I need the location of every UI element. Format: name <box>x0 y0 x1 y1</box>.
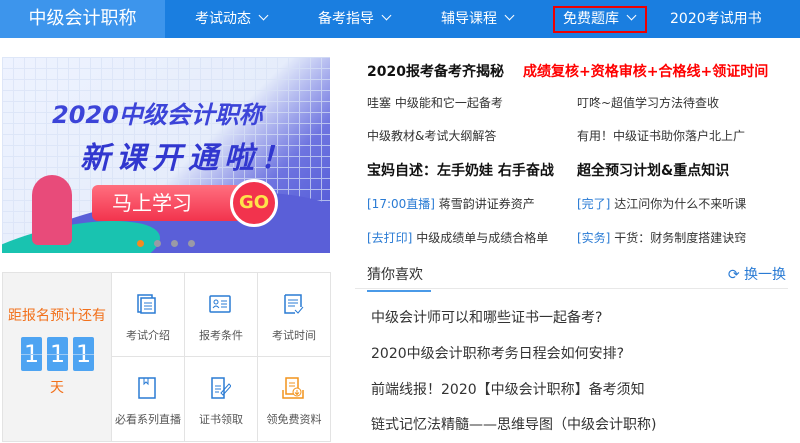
carousel-dot[interactable] <box>188 240 195 247</box>
news-link[interactable]: 叮咚~超值学习方法待查收 <box>577 94 719 111</box>
quick-link-label: 必看系列直播 <box>115 413 181 426</box>
news-tag: [17:00直播] <box>367 197 435 211</box>
chevron-down-icon <box>258 10 269 21</box>
countdown-digit: 1 <box>21 337 42 371</box>
id-card-icon <box>209 295 231 313</box>
news-tag: [完了] <box>577 197 611 211</box>
top-nav: 中级会计职称 考试动态 备考指导 辅导课程 免费题库 2020考试用书 <box>0 0 800 38</box>
highlight-box <box>553 6 647 33</box>
countdown-label: 距报名预计还有 <box>8 308 106 324</box>
quick-link-label: 报考条件 <box>199 329 243 342</box>
book-icon <box>138 377 156 399</box>
checklist-icon <box>284 294 304 314</box>
quick-link-label: 考试介绍 <box>126 329 170 342</box>
refresh-icon: ⟳ <box>727 267 740 283</box>
promo-banner[interactable]: 2020中级会计职称 新课开通啦！ 马上学习 GO <box>2 57 330 253</box>
refresh-button[interactable]: ⟳ 换一换 <box>728 264 786 284</box>
quick-link-live-series[interactable]: 必看系列直播 <box>111 357 184 441</box>
countdown-digits: 1 1 1 <box>21 337 94 371</box>
news-headline-red[interactable]: 成绩复核+资格审核+合格线+领证时间 <box>523 61 768 81</box>
news-tag: [实务] <box>577 231 611 245</box>
list-item[interactable]: 中级会计师可以和哪些证书一起备考? <box>371 307 602 327</box>
countdown-digit: 1 <box>47 337 68 371</box>
chevron-down-icon <box>504 10 515 21</box>
list-item[interactable]: 前端线报！2020【中级会计职称】备考须知 <box>371 379 645 399</box>
nav-item-exam-news[interactable]: 考试动态 <box>195 0 269 38</box>
carousel-dot[interactable] <box>171 240 178 247</box>
quick-link-label: 考试时间 <box>272 329 316 342</box>
nav-label: 考试动态 <box>195 11 251 27</box>
list-item[interactable]: 链式记忆法精髓——思维导图（中级会计职称) <box>371 414 656 434</box>
countdown-digit: 1 <box>73 337 94 371</box>
news-link[interactable]: [17:00直播] 蒋雪韵讲证券资产 <box>367 195 535 212</box>
news-text: 中级成绩单与成绩合格单 <box>416 231 549 245</box>
news-link[interactable]: [实务] 干货：财务制度搭建诀窍 <box>577 229 746 246</box>
quick-link-label: 证书领取 <box>199 413 243 426</box>
nav-label: 辅导课程 <box>441 11 497 27</box>
banner-study-button[interactable]: 马上学习 <box>92 185 242 221</box>
news-link[interactable]: [完了] 达江问你为什么不来听课 <box>577 195 746 212</box>
news-text: 干货：财务制度搭建诀窍 <box>614 231 747 245</box>
banner-go-button[interactable]: GO <box>230 179 278 227</box>
carousel-dot[interactable] <box>137 240 144 247</box>
countdown-unit: 天 <box>50 380 64 396</box>
nav-label: 备考指导 <box>318 11 374 27</box>
banner-illustration <box>32 175 72 245</box>
nav-item-books[interactable]: 2020考试用书 <box>670 0 762 38</box>
quick-link-certificate[interactable]: 证书领取 <box>184 357 257 441</box>
news-link[interactable]: [去打印] 中级成绩单与成绩合格单 <box>367 229 548 246</box>
news-text: 蒋雪韵讲证券资产 <box>438 197 535 211</box>
banner-subtitle: 新课开通啦！ <box>80 141 296 176</box>
carousel-dot[interactable] <box>154 240 161 247</box>
quick-link-exam-time[interactable]: 考试时间 <box>257 273 330 357</box>
guess-header: 猜你喜欢 ⟳ 换一换 <box>355 260 788 292</box>
refresh-label: 换一换 <box>744 267 786 283</box>
quick-link-requirements[interactable]: 报考条件 <box>184 273 257 357</box>
quick-link-label: 领免费资料 <box>266 413 322 426</box>
site-logo[interactable]: 中级会计职称 <box>0 0 165 38</box>
quick-link-exam-intro[interactable]: 考试介绍 <box>111 273 184 357</box>
certificate-edit-icon <box>211 377 231 399</box>
nav-item-courses[interactable]: 辅导课程 <box>441 0 515 38</box>
countdown: 距报名预计还有 1 1 1 天 <box>3 273 111 441</box>
news-headline[interactable]: 宝妈自述：左手奶娃 右手奋战 <box>367 160 554 180</box>
news-link[interactable]: 中级教材&考试大纲解答 <box>367 127 496 144</box>
download-file-icon <box>282 377 304 399</box>
news-tag: [去打印] <box>367 231 413 245</box>
news-link[interactable]: 哇塞 中级能和它一起备考 <box>367 94 503 111</box>
list-item[interactable]: 2020中级会计职称考务日程会如何安排? <box>371 343 624 363</box>
tab-guess-you-like[interactable]: 猜你喜欢 <box>367 264 431 292</box>
news-link[interactable]: 有用！中级证书助你落户北上广 <box>577 127 745 144</box>
news-headline[interactable]: 2020报考备考齐揭秘 <box>367 61 504 81</box>
quick-links-panel: 距报名预计还有 1 1 1 天 考试介绍 报考条件 考试时间 必看系列直播 证书… <box>2 272 331 442</box>
document-copy-icon <box>137 294 156 314</box>
chevron-down-icon <box>381 10 392 21</box>
quick-link-free-materials[interactable]: 领免费资料 <box>257 357 330 441</box>
banner-title: 2020中级会计职称 <box>52 101 263 129</box>
carousel-dots <box>137 240 195 247</box>
nav-item-prep-guide[interactable]: 备考指导 <box>318 0 392 38</box>
news-text: 达江问你为什么不来听课 <box>614 197 747 211</box>
news-headline[interactable]: 超全预习计划&重点知识 <box>577 160 729 180</box>
